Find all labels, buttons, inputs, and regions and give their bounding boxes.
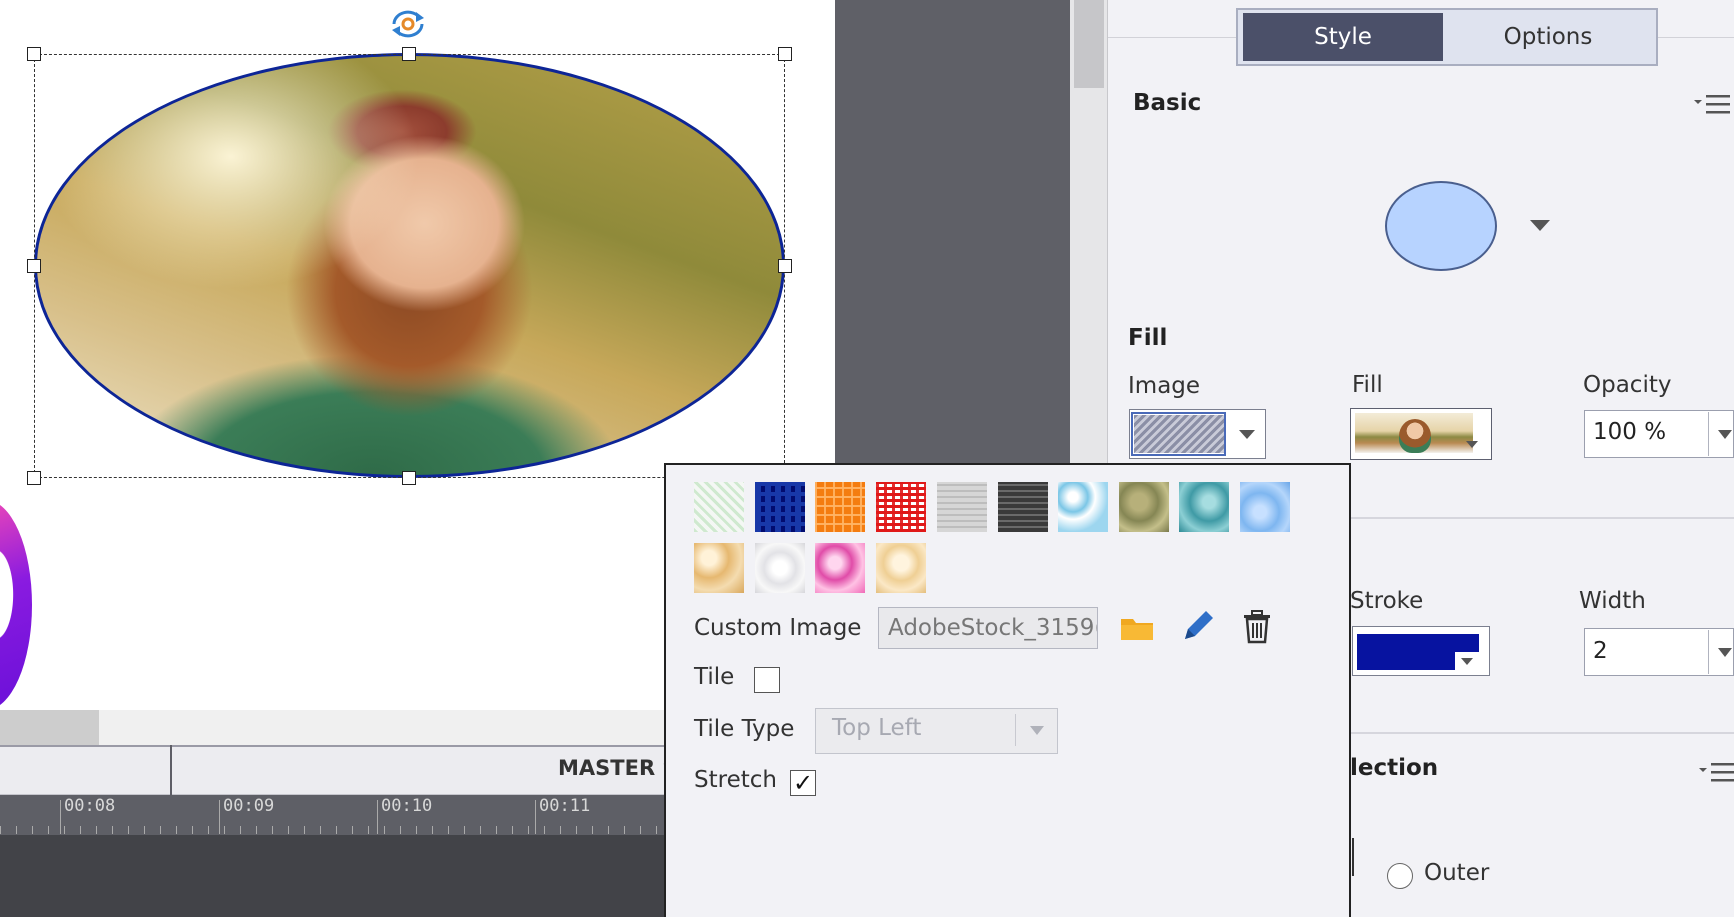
custom-image-label: Custom Image xyxy=(694,615,862,641)
panel-bracket xyxy=(1352,838,1354,876)
opacity-value: 100 % xyxy=(1593,419,1667,445)
pattern-swatch-frame xyxy=(1131,412,1226,456)
texture-swatch-peach[interactable] xyxy=(876,543,926,593)
texture-swatch-teal[interactable] xyxy=(1179,482,1229,532)
resize-handle-left[interactable] xyxy=(27,259,41,273)
tick-mark xyxy=(60,800,61,834)
chevron-down-icon[interactable] xyxy=(1718,648,1732,657)
stroke-label: Stroke xyxy=(1350,588,1424,614)
texture-swatch-green[interactable] xyxy=(694,482,744,532)
tab-options[interactable]: Options xyxy=(1444,13,1652,61)
ellipse-image-object[interactable] xyxy=(34,53,785,478)
outer-radio[interactable] xyxy=(1387,863,1413,889)
tile-type-label: Tile Type xyxy=(694,716,795,742)
outer-radio-label: Outer xyxy=(1424,860,1490,886)
section-title-fill: Fill xyxy=(1128,325,1168,351)
width-label: Width xyxy=(1579,588,1646,614)
basic-menu-icon[interactable] xyxy=(1694,92,1732,118)
tick-mark xyxy=(377,800,378,834)
texture-swatch-light-blue[interactable] xyxy=(1058,482,1108,532)
pencil-icon[interactable] xyxy=(1180,608,1216,644)
chevron-down-icon[interactable] xyxy=(1466,441,1478,448)
resize-handle-bottom-left[interactable] xyxy=(27,471,41,485)
tick-label: 00:11 xyxy=(539,796,591,816)
texture-swatch-tan[interactable] xyxy=(694,543,744,593)
vertical-scrollbar-thumb[interactable] xyxy=(1074,0,1104,88)
chevron-down-icon[interactable] xyxy=(1461,658,1473,665)
tab-rule xyxy=(1658,37,1734,38)
reflection-menu-icon[interactable] xyxy=(1699,760,1734,786)
folder-icon[interactable] xyxy=(1120,614,1154,642)
chevron-down-icon[interactable] xyxy=(1530,220,1550,231)
fill-image-thumbnail xyxy=(1355,413,1473,453)
fill-label: Fill xyxy=(1352,372,1383,398)
section-separator xyxy=(1351,732,1734,734)
tile-type-value: Top Left xyxy=(832,715,922,741)
opacity-label: Opacity xyxy=(1583,372,1672,398)
texture-swatch-pink[interactable] xyxy=(815,543,865,593)
tick-label: 00:08 xyxy=(64,796,116,816)
chevron-down-icon[interactable] xyxy=(1030,726,1044,735)
chevron-down-icon[interactable] xyxy=(1718,430,1732,439)
purple-shape-object[interactable] xyxy=(0,500,32,710)
texture-swatch-sky-blue[interactable] xyxy=(1240,482,1290,532)
trash-icon[interactable] xyxy=(1242,610,1272,644)
tick-label: 00:09 xyxy=(223,796,275,816)
texture-swatch-red-plaid[interactable] xyxy=(876,482,926,532)
master-slide-label: MASTER S xyxy=(558,756,678,780)
image-label: Image xyxy=(1128,373,1201,399)
tile-label: Tile xyxy=(694,664,735,690)
timeline-divider xyxy=(170,745,172,795)
resize-handle-top-right[interactable] xyxy=(778,47,792,61)
tick-mark xyxy=(535,800,536,834)
resize-handle-top[interactable] xyxy=(402,47,416,61)
stretch-checkbox[interactable]: ✓ xyxy=(790,770,816,796)
tick-mark xyxy=(219,800,220,834)
rotate-icon[interactable] xyxy=(386,6,430,42)
chevron-down-icon[interactable] xyxy=(1239,430,1255,439)
tile-checkbox[interactable] xyxy=(754,667,780,693)
texture-swatch-light-gray[interactable] xyxy=(937,482,987,532)
custom-image-input[interactable]: AdobeStock_3159( xyxy=(878,607,1098,649)
tile-type-separator xyxy=(1015,714,1016,746)
texture-swatch-orange[interactable] xyxy=(815,482,865,532)
section-separator xyxy=(1351,517,1734,519)
texture-swatch-olive[interactable] xyxy=(1119,482,1169,532)
section-title-reflection: lection xyxy=(1350,755,1439,781)
resize-handle-top-left[interactable] xyxy=(27,47,41,61)
tab-rule xyxy=(1108,37,1236,38)
texture-swatch-dark-gray[interactable] xyxy=(998,482,1048,532)
texture-swatch-white[interactable] xyxy=(755,543,805,593)
tick-label: 00:10 xyxy=(381,796,433,816)
texture-swatch-blue-grid[interactable] xyxy=(755,482,805,532)
section-title-basic: Basic xyxy=(1133,90,1202,116)
width-value: 2 xyxy=(1593,638,1608,664)
tab-style[interactable]: Style xyxy=(1243,13,1443,61)
resize-handle-right[interactable] xyxy=(778,259,792,273)
horizontal-scrollbar-thumb[interactable] xyxy=(0,710,99,745)
resize-handle-bottom[interactable] xyxy=(402,471,416,485)
basic-shape-preview[interactable] xyxy=(1385,181,1497,271)
stretch-label: Stretch xyxy=(694,767,777,793)
